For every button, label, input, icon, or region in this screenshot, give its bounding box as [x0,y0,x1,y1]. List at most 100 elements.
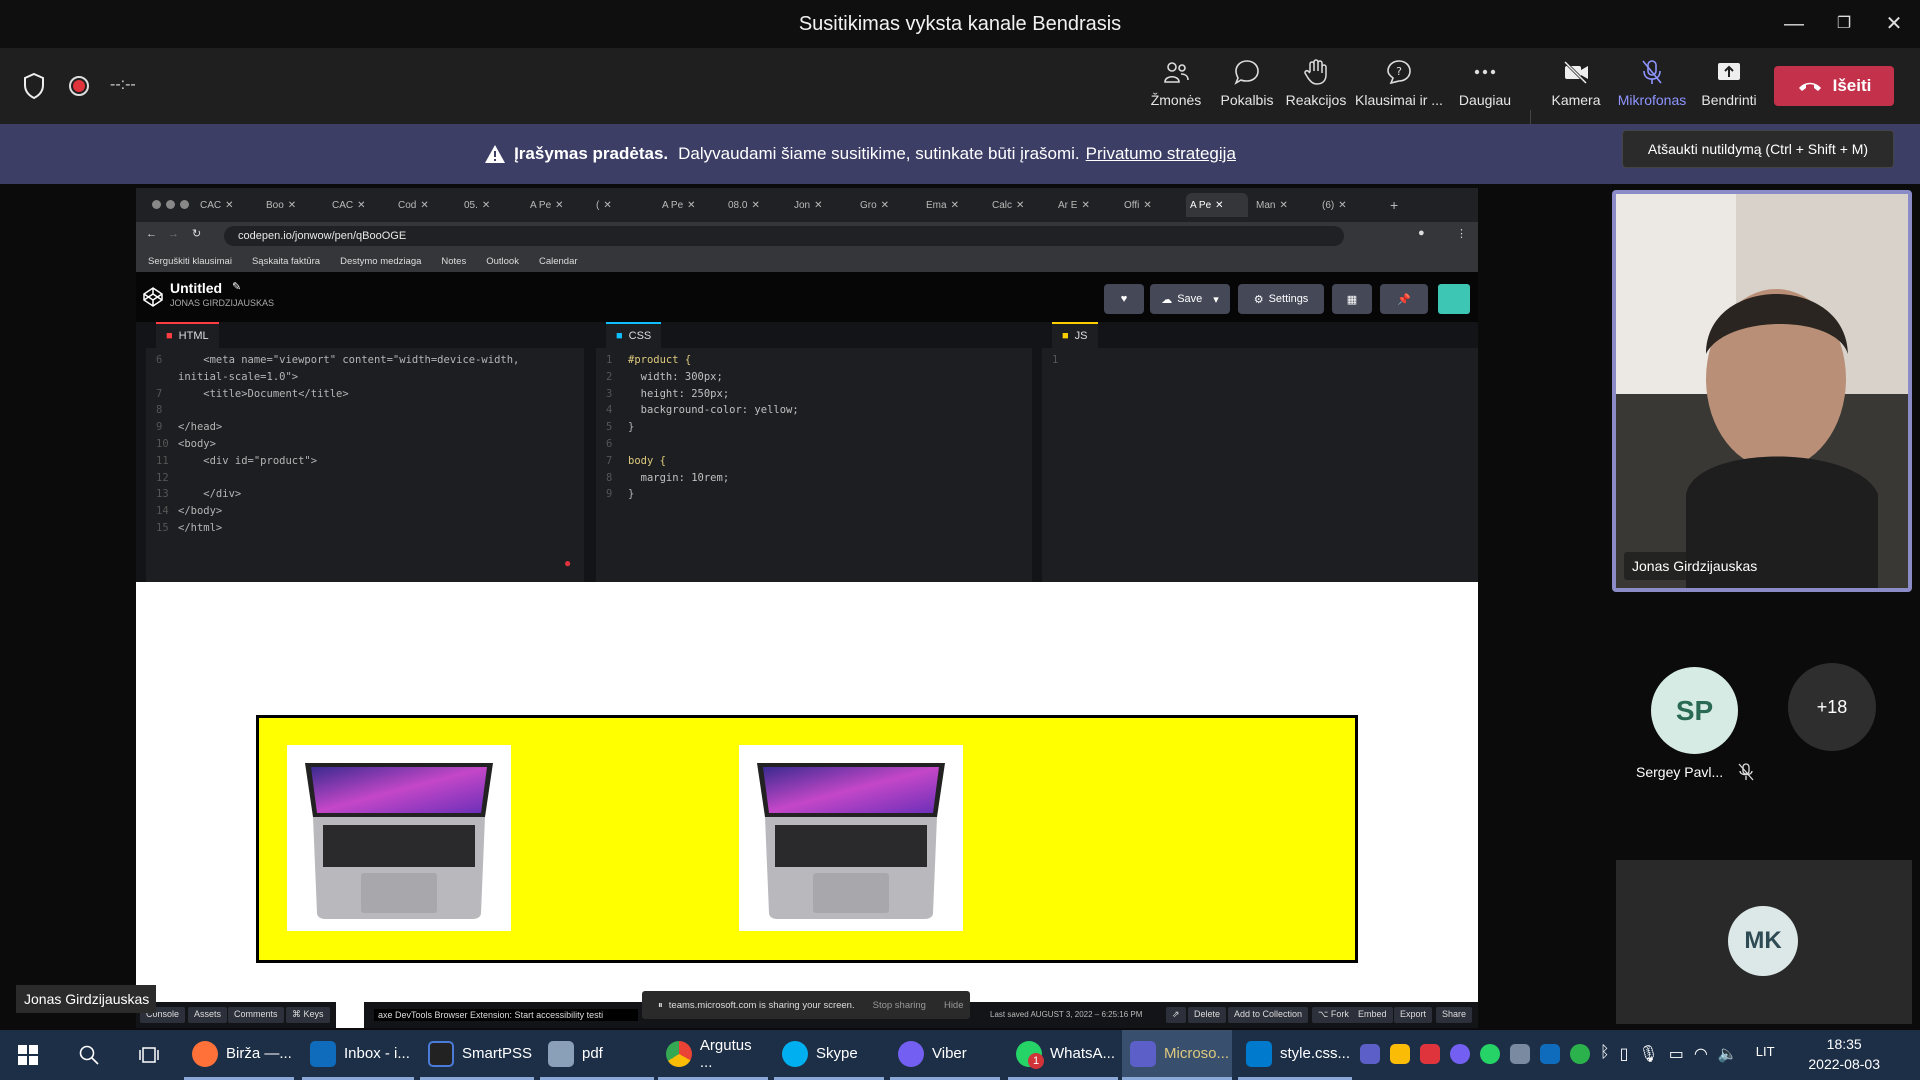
back-icon[interactable]: ← [146,228,157,240]
code-line[interactable]: initial-scale=1.0"> [156,369,584,386]
browser-tab[interactable]: CAC ✕ [196,193,258,217]
browser-tab[interactable]: ( ✕ [592,193,654,217]
questions-button[interactable]: ? Klausimai ir ... [1354,58,1444,120]
more-button[interactable]: Daugiau [1454,58,1516,120]
code-line[interactable]: 10 <body> [156,436,584,453]
browser-tab[interactable]: Calc ✕ [988,193,1050,217]
pin-button[interactable]: 📌 [1380,284,1428,314]
code-line[interactable]: 7 <title>Document</title> [156,386,584,403]
forward-icon[interactable]: → [168,228,179,240]
taskbar-app-vscode[interactable]: style.css... [1238,1030,1352,1080]
onedrive-tray-icon[interactable] [1510,1044,1530,1064]
wifi-icon[interactable]: ◠ [1694,1044,1708,1064]
code-line[interactable]: 11 <div id="product"> [156,453,584,470]
code-line[interactable]: 15 </html> [156,520,584,537]
settings-button[interactable]: ⚙ Settings [1238,284,1324,314]
add-to-collection-button[interactable]: Add to Collection [1228,1007,1309,1023]
bookmark-item[interactable]: Outlook [486,256,519,267]
error-icon[interactable]: ● [564,556,571,570]
export-button[interactable]: Export [1394,1007,1433,1023]
css-code[interactable]: 1 #product {2 width: 300px; 3 height: 250p… [596,348,1032,503]
clock[interactable]: 18:35 2022-08-03 [1808,1034,1880,1074]
keys-button[interactable]: ⌘ Keys [286,1007,330,1023]
bookmark-item[interactable]: Serguškiti klausimai [148,256,232,267]
reload-icon[interactable]: ↻ [192,227,201,240]
delete-button[interactable]: Delete [1188,1007,1227,1023]
code-line[interactable]: 9 </head> [156,419,584,436]
browser-tab[interactable]: Gro ✕ [856,193,918,217]
browser-tab[interactable]: 08.0 ✕ [724,193,786,217]
check-tray-icon[interactable] [1570,1044,1590,1064]
code-line[interactable]: 4 background-color: yellow; [606,402,1032,419]
comments-button[interactable]: Comments [228,1007,284,1023]
battery-icon[interactable]: ▭ [1669,1044,1684,1064]
app-tray-icon[interactable] [1420,1044,1440,1064]
share-pen-button[interactable]: Share [1436,1007,1473,1023]
viber-tray-icon[interactable] [1450,1044,1470,1064]
people-button[interactable]: Žmonės [1146,58,1206,120]
taskbar-app-pdf[interactable]: pdf [540,1030,654,1080]
microphone-tray-icon[interactable]: 🎙 [1638,1044,1658,1064]
code-line[interactable]: 6 <meta name="viewport" content="width=d… [156,352,584,369]
browser-tab-active[interactable]: A Pe ✕ [1186,193,1248,217]
code-line[interactable]: 1 [1052,352,1478,369]
hide-button[interactable]: Hide [944,1000,964,1011]
whatsapp-tray-icon[interactable] [1480,1044,1500,1064]
heart-button[interactable]: ♥ [1104,284,1144,314]
external-link-icon[interactable]: ⇗ [1166,1007,1186,1023]
browser-tab[interactable]: A Pe ✕ [658,193,720,217]
code-line[interactable]: 3 height: 250px; [606,386,1032,403]
self-video-tile[interactable]: Jonas Girdzijauskas [1612,190,1912,592]
new-tab-icon[interactable]: + [1390,197,1398,213]
taskbar-app-chrome[interactable]: Argutus ... [658,1030,768,1080]
layout-button[interactable]: ▦ [1332,284,1372,314]
code-line[interactable]: 8 margin: 10rem; [606,470,1032,487]
language-indicator[interactable]: LIT [1756,1044,1775,1064]
taskbar-app-smartpss[interactable]: SmartPSS [420,1030,534,1080]
code-line[interactable]: 12 [156,470,584,487]
bookmark-item[interactable]: Destymo medziaga [340,256,421,267]
drive-tray-icon[interactable] [1390,1044,1410,1064]
pen-title[interactable]: Untitled [170,280,222,296]
windows-start-icon[interactable] [18,1045,38,1065]
share-button[interactable]: Bendrinti [1696,58,1762,120]
privacy-link[interactable]: Privatumo strategija [1086,144,1236,164]
bookmark-item[interactable]: Sąskaita faktūra [252,256,320,267]
browser-tab[interactable]: Offi ✕ [1120,193,1182,217]
task-view-icon[interactable] [138,1044,160,1066]
taskbar-app-firefox[interactable]: Birža —... [184,1030,294,1080]
browser-tab[interactable]: Ema ✕ [922,193,984,217]
usb-icon[interactable]: ▯ [1620,1044,1629,1064]
leave-button[interactable]: Išeiti [1774,66,1894,106]
taskbar-app-skype[interactable]: Skype [774,1030,884,1080]
js-code[interactable]: 1 [1042,348,1478,369]
close-icon[interactable]: ✕ [1880,10,1908,38]
participant-avatar[interactable]: MK [1728,906,1798,976]
browser-tab[interactable]: Cod ✕ [394,193,456,217]
code-line[interactable]: 2 width: 300px; [606,369,1032,386]
search-icon[interactable] [78,1044,100,1066]
camera-button[interactable]: Kamera [1544,58,1608,120]
browser-tab[interactable]: Boo ✕ [262,193,324,217]
profile-icon[interactable]: ● [1418,227,1425,239]
browser-tab[interactable]: Man ✕ [1252,193,1314,217]
taskbar-app-whatsapp[interactable]: 1 WhatsA... [1008,1030,1118,1080]
outlook-tray-icon[interactable] [1540,1044,1560,1064]
code-line[interactable]: 13 </div> [156,486,584,503]
embed-button[interactable]: Embed [1352,1007,1393,1023]
chat-button[interactable]: Pokalbis [1216,58,1278,120]
teams-tray-icon[interactable] [1360,1044,1380,1064]
html-code[interactable]: 6 <meta name="viewport" content="width=d… [146,348,584,537]
code-line[interactable]: 6 [606,436,1032,453]
participant-avatar[interactable]: SP [1651,667,1738,754]
taskbar-app-viber[interactable]: Viber [890,1030,1000,1080]
browser-tab[interactable]: 05. ✕ [460,193,522,217]
browser-tab[interactable]: A Pe ✕ [526,193,588,217]
browser-tab[interactable]: Ar E ✕ [1054,193,1116,217]
url-field[interactable]: codepen.io/jonwow/pen/qBooOGE [224,226,1344,246]
code-line[interactable]: 5} [606,419,1032,436]
browser-tab[interactable]: CAC ✕ [328,193,390,217]
taskbar-app-outlook[interactable]: Inbox - i... [302,1030,414,1080]
edit-title-icon[interactable]: ✎ [232,280,241,293]
axe-promo[interactable]: axe DevTools Browser Extension: Start ac… [374,1009,638,1021]
